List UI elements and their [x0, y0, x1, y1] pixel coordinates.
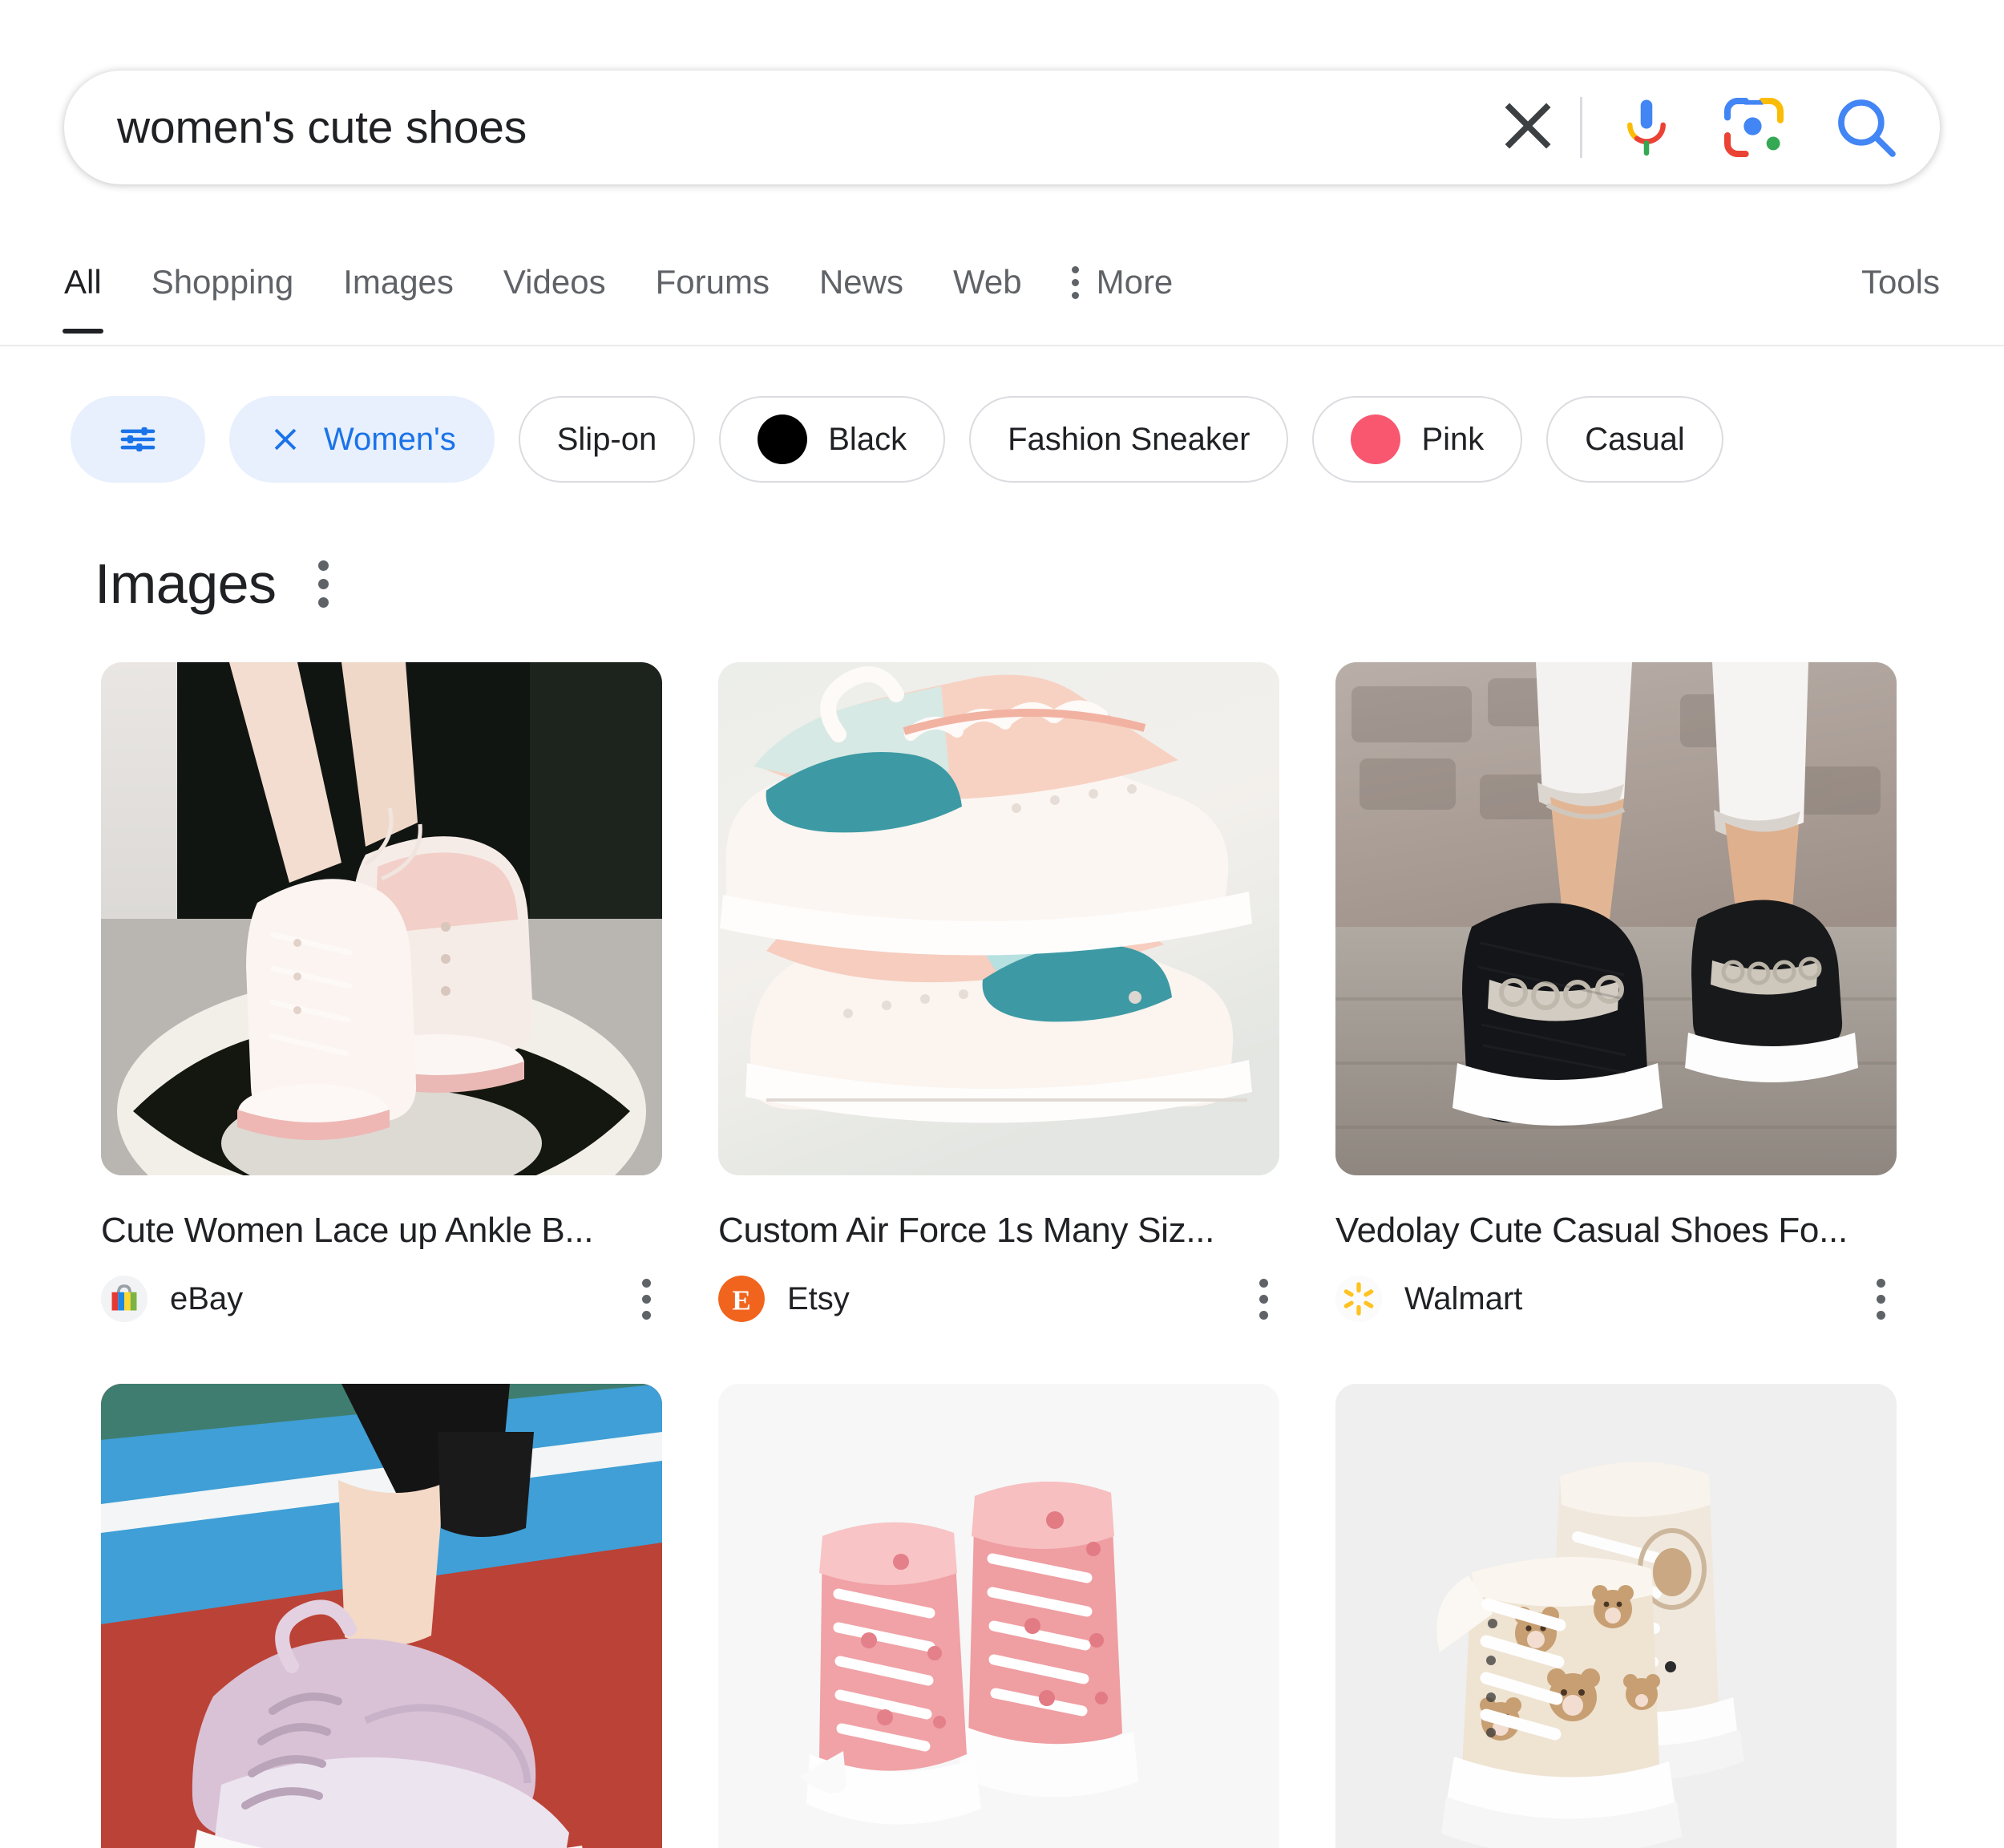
image-result-title[interactable]: Cute Women Lace up Ankle B... [101, 1211, 662, 1251]
microphone-icon[interactable] [1610, 91, 1717, 164]
filter-chip-label: Fashion Sneaker [1008, 422, 1250, 458]
ebay-bag-icon [101, 1276, 147, 1322]
tools-button[interactable]: Tools [1861, 257, 1940, 334]
search-submit-icon[interactable] [1829, 91, 1903, 164]
tab-more[interactable]: More [1072, 257, 1174, 334]
images-section-header: Images [0, 483, 2004, 616]
filter-chip-label: Women's [324, 422, 456, 458]
search-divider [1580, 97, 1582, 158]
image-result-source[interactable]: Walmart [1404, 1281, 1865, 1317]
image-result-title[interactable]: Custom Air Force 1s Many Siz... [718, 1211, 1279, 1251]
tab-all[interactable]: All [64, 257, 102, 334]
filter-chip-label: Black [828, 422, 907, 458]
search-nav-tabs: All Shopping Images Videos Forums News W… [0, 257, 2004, 346]
walmart-spark-icon [1335, 1276, 1382, 1322]
color-swatch-pink [1351, 414, 1400, 464]
close-icon [268, 422, 303, 457]
image-result-card: Cute Women Lace up Ankle B... eBay [101, 662, 662, 1328]
image-result-source[interactable]: eBay [170, 1281, 631, 1317]
image-result-source-row: eBay [101, 1270, 662, 1328]
filter-chip-fashion-sneaker[interactable]: Fashion Sneaker [969, 396, 1288, 483]
image-thumbnail[interactable] [1335, 1384, 1897, 1848]
filter-chip-casual[interactable]: Casual [1546, 396, 1723, 483]
filter-chip-label: Pink [1421, 422, 1484, 458]
image-results-grid: Cute Women Lace up Ankle B... eBay [0, 616, 2004, 1848]
image-result-card [101, 1384, 662, 1848]
tabs-list: All Shopping Images Videos Forums News W… [64, 257, 1861, 334]
filter-chip-label: Slip-on [557, 422, 657, 458]
kebab-menu-icon [1072, 266, 1079, 299]
search-bar-container [0, 0, 2004, 184]
section-overflow-menu-icon[interactable] [312, 554, 335, 614]
image-result-source-row: E Etsy [718, 1270, 1279, 1328]
filter-chip-womens[interactable]: Women's [229, 396, 495, 483]
all-filters-button[interactable] [71, 396, 205, 483]
tab-forums[interactable]: Forums [656, 257, 770, 334]
etsy-e-icon: E [718, 1276, 765, 1322]
image-result-title[interactable]: Vedolay Cute Casual Shoes Fo... [1335, 1211, 1897, 1251]
filter-chip-pink[interactable]: Pink [1312, 396, 1522, 483]
image-result-source-row: Walmart [1335, 1270, 1897, 1328]
google-search-results-page: All Shopping Images Videos Forums News W… [0, 0, 2004, 1848]
page-title: Images [95, 552, 277, 616]
tab-news[interactable]: News [819, 257, 903, 334]
google-lens-icon[interactable] [1717, 91, 1829, 164]
image-result-card: Custom Air Force 1s Many Siz... E Etsy [718, 662, 1279, 1328]
image-result-card [718, 1384, 1279, 1848]
tune-icon [116, 418, 160, 461]
image-thumbnail[interactable] [718, 1384, 1279, 1848]
filter-chip-label: Casual [1585, 422, 1685, 458]
tab-images[interactable]: Images [343, 257, 454, 334]
result-overflow-menu-icon[interactable] [1865, 1271, 1897, 1328]
tab-shopping[interactable]: Shopping [152, 257, 294, 334]
image-thumbnail[interactable] [101, 662, 662, 1175]
image-result-card: Vedolay Cute Casual Shoes Fo... [1335, 662, 1897, 1328]
result-overflow-menu-icon[interactable] [631, 1271, 662, 1328]
tab-more-label: More [1097, 263, 1174, 301]
image-result-source[interactable]: Etsy [787, 1281, 1248, 1317]
image-thumbnail[interactable] [718, 662, 1279, 1175]
search-input[interactable] [117, 101, 1487, 154]
tab-videos[interactable]: Videos [503, 257, 606, 334]
filter-chips-row: Women's Slip-on Black Fashion Sneaker Pi… [0, 346, 2004, 483]
result-overflow-menu-icon[interactable] [1248, 1271, 1279, 1328]
tab-web[interactable]: Web [953, 257, 1022, 334]
filter-chip-slip-on[interactable]: Slip-on [519, 396, 696, 483]
image-result-card [1335, 1384, 1897, 1848]
image-thumbnail[interactable] [1335, 662, 1897, 1175]
search-bar[interactable] [64, 71, 1940, 184]
svg-text:E: E [732, 1285, 750, 1316]
filter-chip-black[interactable]: Black [719, 396, 945, 483]
image-thumbnail[interactable] [101, 1384, 662, 1848]
clear-search-icon[interactable] [1487, 88, 1566, 167]
color-swatch-black [758, 414, 807, 464]
